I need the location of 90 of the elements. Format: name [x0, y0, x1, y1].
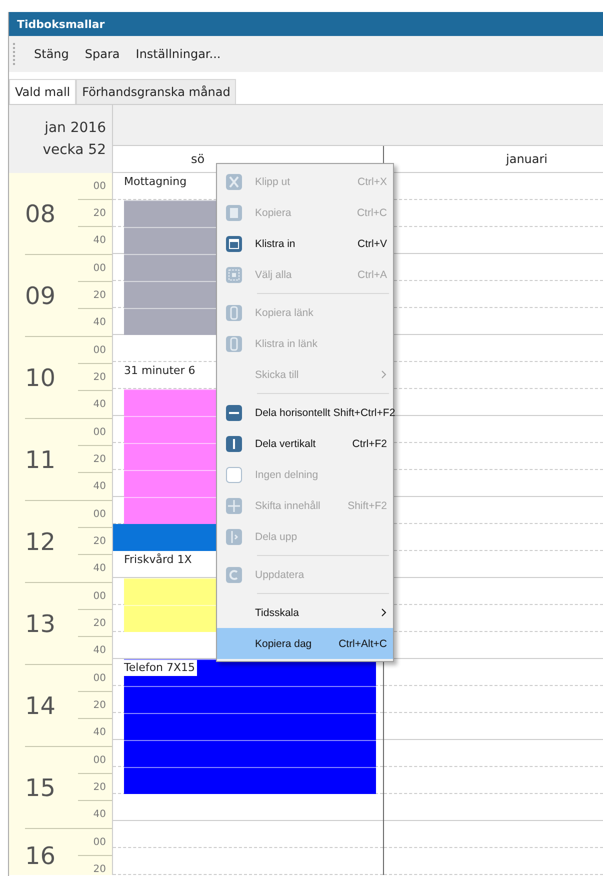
menu-item-label: Klistra in — [254, 238, 296, 250]
shortcut-label: Ctrl+X — [358, 176, 387, 188]
minute-label: 20 — [78, 692, 112, 719]
empty-square-icon — [225, 466, 243, 484]
menu-item-label: Tidsskala — [254, 606, 300, 618]
appointment-block[interactable] — [124, 740, 376, 767]
minute-label: 00 — [78, 583, 112, 610]
minute-label: 00 — [78, 337, 112, 364]
select-all-icon — [225, 266, 243, 284]
toolbar-button[interactable]: Stäng — [28, 43, 75, 65]
menu-item-label: Kopiera länk — [254, 306, 314, 318]
tab[interactable]: Vald mall — [9, 79, 76, 104]
refresh-icon — [225, 566, 243, 584]
appointment-title: Mottagning — [123, 174, 188, 188]
minute-label: 40 — [92, 644, 107, 658]
menu-item[interactable]: Kopiera dag Ctrl+Alt+C — [217, 628, 393, 659]
menu-item[interactable]: Tidsskala — [217, 597, 393, 628]
hour-label: 16 — [25, 841, 57, 872]
minute-label: 40 — [92, 726, 107, 740]
hour-label: 12 — [25, 526, 57, 558]
horizontal-split-icon — [225, 404, 243, 422]
hour-label: 13 — [25, 608, 57, 640]
menu-item-label: Skifta innehåll — [254, 500, 322, 512]
menu-item-label: Skicka till — [254, 368, 300, 380]
menu-item-label: Dela horisontellt — [254, 406, 330, 418]
appointment-title: Telefon 7X15 — [124, 660, 198, 676]
paste-icon — [225, 234, 243, 252]
appointment-block[interactable] — [124, 767, 376, 794]
shortcut-label: Ctrl+F2 — [352, 438, 387, 450]
minute-label: 00 — [78, 665, 112, 692]
minute-label: 20 — [78, 200, 112, 227]
appointment-block[interactable]: Telefon 7X15 — [124, 659, 376, 686]
menu-item-label: Klipp ut — [254, 176, 292, 188]
shortcut-label: Ctrl+C — [356, 206, 387, 218]
minute-label: 40 — [92, 480, 107, 494]
month-label: jan 2016 — [44, 120, 106, 136]
minute-label: 40 — [92, 398, 107, 412]
hour-label: 08 — [25, 198, 57, 230]
hour-label: 09 — [25, 280, 57, 312]
minute-label: 20 — [78, 774, 112, 801]
menu-item[interactable]: Dela horisontellt Shift+Ctrl+F2 — [217, 397, 393, 428]
menu-item[interactable]: Dela vertikalt Ctrl+F2 — [217, 428, 393, 459]
shortcut-label: Ctrl+V — [358, 238, 387, 250]
appointment-title: Friskvård 1X — [123, 552, 193, 566]
minute-label: 00 — [78, 173, 112, 200]
minute-label: 00 — [78, 419, 112, 446]
minute-label: 40 — [92, 234, 107, 248]
toolbar-button[interactable]: Inställningar... — [130, 43, 227, 65]
day-header: januari — [504, 151, 549, 168]
menu-item-label: Kopiera dag — [254, 638, 313, 650]
week-label: vecka 52 — [42, 142, 106, 158]
appointment-block[interactable] — [124, 713, 376, 740]
menu-item-label: Dela upp — [254, 530, 298, 542]
minute-label: 00 — [78, 255, 112, 282]
minute-label: 40 — [92, 316, 107, 330]
hour-label: 15 — [25, 772, 57, 804]
hour-label: 14 — [25, 690, 57, 722]
minute-label: 20 — [78, 364, 112, 391]
shortcut-label: Ctrl+A — [358, 268, 387, 280]
copy-icon — [225, 204, 243, 222]
toolbar-button[interactable]: Spara — [78, 43, 126, 65]
minute-label: 00 — [78, 501, 112, 528]
appointment-title: 31 minuter 6 — [123, 363, 196, 377]
shortcut-label: Ctrl+Alt+C — [338, 638, 387, 650]
menu-item-label: Ingen delning — [254, 468, 320, 480]
minute-label: 40 — [92, 808, 107, 822]
menu-item-label: Uppdatera — [254, 568, 306, 580]
menu-item-label: Dela vertikalt — [254, 438, 317, 450]
scissors-icon — [225, 172, 243, 190]
minute-label: 20 — [78, 446, 112, 473]
minute-label: 20 — [78, 282, 112, 309]
vertical-split-icon — [225, 434, 243, 452]
hour-label: 10 — [25, 362, 57, 394]
shortcut-label: Shift+Ctrl+F2 — [333, 406, 396, 418]
minute-label: 00 — [78, 747, 112, 774]
minute-label: 20 — [78, 610, 112, 637]
toolbar-grip[interactable] — [13, 43, 18, 65]
appointment-block[interactable] — [124, 686, 376, 713]
menu-item-label: Välj alla — [254, 268, 293, 280]
menu-item[interactable]: Klistra in Ctrl+V — [217, 228, 393, 259]
minute-label: 20 — [92, 863, 107, 875]
tab[interactable]: Förhandsgranska månad — [76, 79, 236, 104]
minute-label: 20 — [78, 528, 112, 555]
window-title: Tidboksmallar — [9, 12, 603, 36]
minute-label: 00 — [78, 829, 112, 856]
minute-label: 40 — [92, 562, 107, 576]
shortcut-label: Shift+F2 — [348, 500, 387, 512]
menu-item-label: Kopiera — [254, 206, 292, 218]
hour-label: 11 — [25, 444, 57, 476]
menu-item-label: Klistra in länk — [254, 338, 318, 350]
